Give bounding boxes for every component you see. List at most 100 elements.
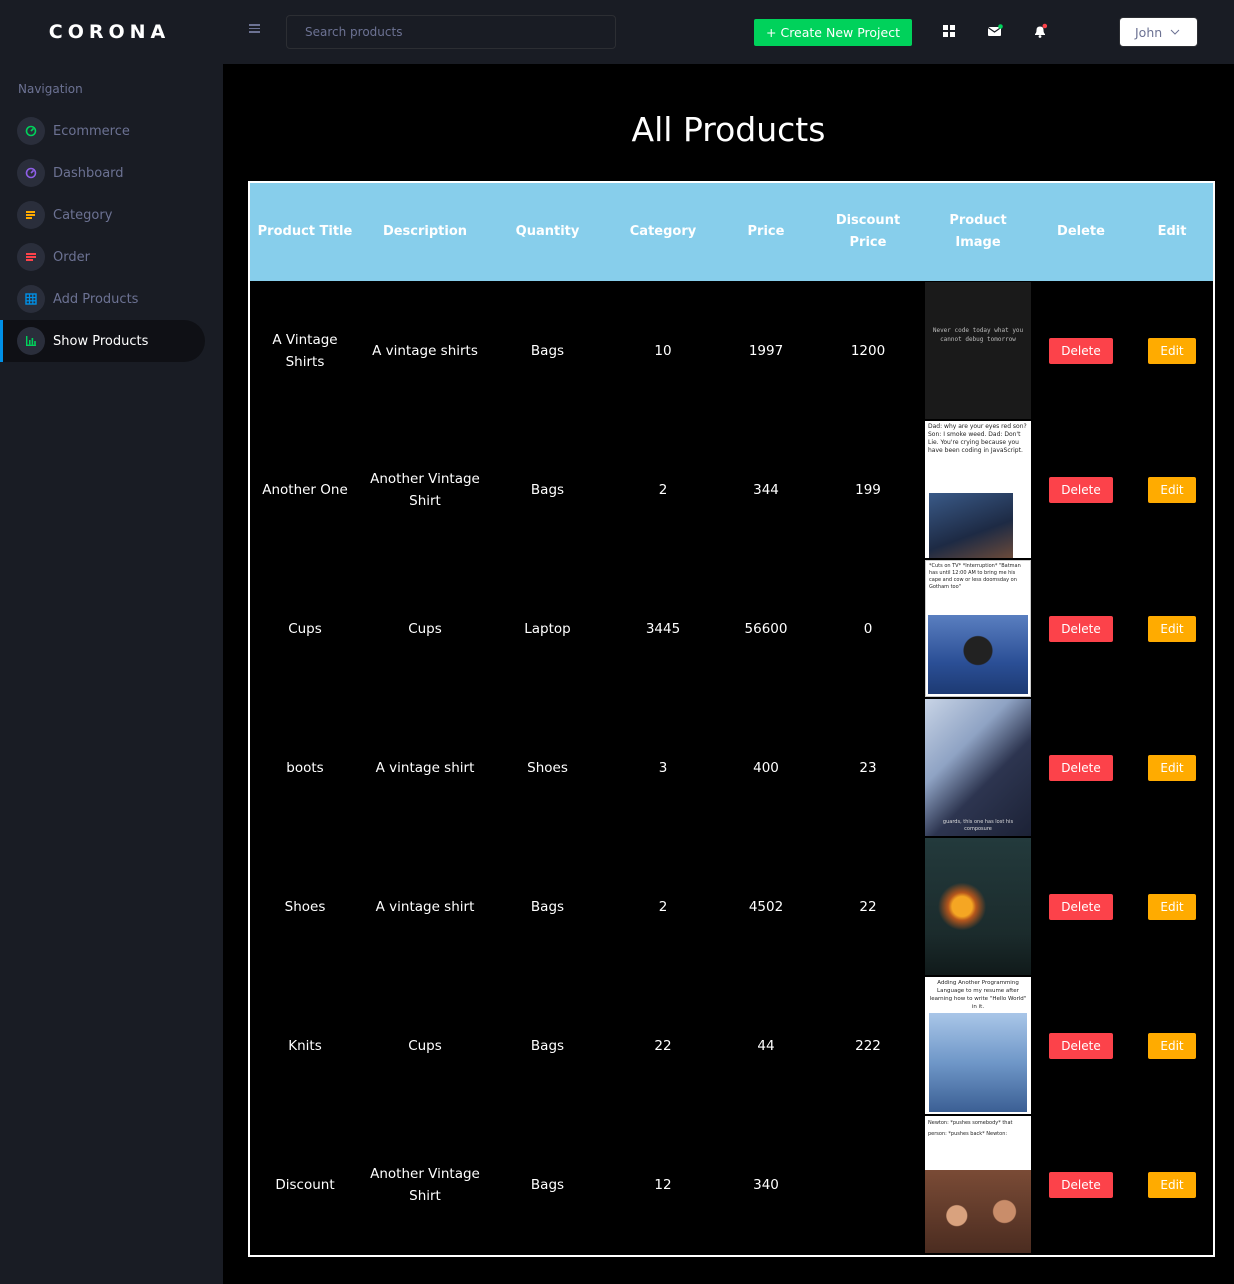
cell-category: 2 — [658, 898, 668, 915]
delete-button[interactable]: Delete — [1049, 615, 1113, 642]
nav-section-title: Navigation — [18, 82, 83, 96]
cell-category: 3445 — [645, 620, 681, 637]
table-icon — [17, 285, 45, 313]
table-row: Discount Another Vintage Shirt Bags 12 3… — [250, 1115, 1213, 1254]
bar-chart-icon — [17, 327, 45, 355]
search-input[interactable] — [286, 15, 616, 49]
sidebar-item-label: Category — [53, 207, 113, 223]
products-table-container: Product Title Description Quantity Categ… — [248, 181, 1215, 1257]
cell-quantity: Shoes — [527, 759, 568, 776]
bell-icon[interactable] — [1031, 22, 1049, 40]
cell-edit: Edit — [1131, 420, 1213, 559]
edit-button[interactable]: Edit — [1148, 1032, 1196, 1059]
cell-edit: Edit — [1131, 698, 1213, 837]
cell-image: Adding Another Programming Language to m… — [925, 976, 1031, 1115]
products-table: Product Title Description Quantity Categ… — [250, 183, 1213, 1254]
delete-button[interactable]: Delete — [1049, 754, 1113, 781]
cell-description: Cups — [408, 1037, 442, 1054]
sidebar-item-label: Order — [53, 249, 90, 265]
sidebar-item-label: Dashboard — [53, 165, 124, 181]
image-caption: Newton: *pushes somebody* that person: *… — [925, 1116, 1031, 1170]
product-image — [925, 838, 1031, 975]
edit-button[interactable]: Edit — [1148, 476, 1196, 503]
speedometer-icon — [17, 159, 45, 187]
cell-delete: Delete — [1031, 1115, 1131, 1254]
cell-delete: Delete — [1031, 837, 1131, 976]
column-header: Category — [629, 224, 697, 239]
edit-button[interactable]: Edit — [1148, 337, 1196, 364]
delete-button[interactable]: Delete — [1049, 1032, 1113, 1059]
cell-quantity: Laptop — [524, 620, 571, 637]
cell-title: A Vintage Shirts — [272, 331, 338, 370]
create-new-project-button[interactable]: + Create New Project — [754, 19, 912, 46]
cell-price: 1997 — [748, 342, 784, 359]
cell-quantity: Bags — [530, 898, 565, 915]
user-name: John — [1135, 24, 1163, 40]
list-icon — [17, 243, 45, 271]
cell-category: 10 — [654, 342, 672, 359]
page-title: All Products — [631, 110, 826, 149]
cell-description: Another Vintage Shirt — [370, 470, 480, 509]
edit-button[interactable]: Edit — [1148, 615, 1196, 642]
product-image: guards, this one has lost his composure — [925, 699, 1031, 836]
column-header: Discount Price — [835, 213, 901, 250]
table-row: Cups Cups Laptop 3445 56600 0 *Cuts on T… — [250, 559, 1213, 698]
cell-price: 56600 — [744, 620, 788, 637]
table-row: boots A vintage shirt Shoes 3 400 23 gua… — [250, 698, 1213, 837]
sidebar-item-add-products[interactable]: Add Products — [0, 278, 205, 320]
cell-discount: 199 — [855, 481, 881, 498]
menu-toggle-icon[interactable] — [249, 24, 260, 35]
cell-delete: Delete — [1031, 281, 1131, 420]
mail-icon[interactable] — [986, 22, 1004, 40]
sidebar-item-show-products[interactable]: Show Products — [0, 320, 205, 362]
chevron-down-icon — [1170, 29, 1180, 35]
cell-image: guards, this one has lost his composure — [925, 698, 1031, 837]
cell-discount: 22 — [859, 898, 877, 915]
cell-discount — [811, 1115, 925, 1254]
brand-logo[interactable]: CORONA — [0, 0, 223, 64]
sidebar: CORONA Navigation Ecommerce Dashboard Ca… — [0, 0, 223, 1284]
sidebar-item-category[interactable]: Category — [0, 194, 205, 236]
cell-delete: Delete — [1031, 559, 1131, 698]
cell-category: 12 — [654, 1176, 672, 1193]
cell-discount: 0 — [863, 620, 873, 637]
cell-delete: Delete — [1031, 420, 1131, 559]
cell-image: Newton: *pushes somebody* that person: *… — [925, 1115, 1031, 1254]
sidebar-item-ecommerce[interactable]: Ecommerce — [0, 110, 205, 152]
sidebar-item-order[interactable]: Order — [0, 236, 205, 278]
cell-title: Cups — [288, 620, 322, 637]
column-header: Edit — [1157, 224, 1187, 239]
delete-button[interactable]: Delete — [1049, 337, 1113, 364]
image-caption: *Cuts on TV* *Interruption* "Batman has … — [926, 561, 1030, 615]
cell-image: Dad: why are your eyes red son? Son: I s… — [925, 420, 1031, 559]
cell-category: 2 — [658, 481, 668, 498]
grid-icon[interactable] — [940, 22, 958, 40]
cell-price: 340 — [753, 1176, 779, 1193]
cell-title: Shoes — [284, 898, 326, 915]
cell-description: A vintage shirt — [375, 759, 475, 776]
edit-button[interactable]: Edit — [1148, 754, 1196, 781]
image-caption: Dad: why are your eyes red son? Son: I s… — [925, 421, 1031, 493]
cell-quantity: Bags — [530, 342, 565, 359]
cell-category: 3 — [658, 759, 668, 776]
edit-button[interactable]: Edit — [1148, 1171, 1196, 1198]
cell-edit: Edit — [1131, 1115, 1213, 1254]
delete-button[interactable]: Delete — [1049, 476, 1113, 503]
cell-price: 400 — [753, 759, 779, 776]
cell-delete: Delete — [1031, 976, 1131, 1115]
cell-description: Another Vintage Shirt — [370, 1165, 480, 1204]
sidebar-item-dashboard[interactable]: Dashboard — [0, 152, 205, 194]
image-caption: guards, this one has lost his composure — [942, 819, 1014, 832]
cell-quantity: Bags — [530, 1176, 565, 1193]
delete-button[interactable]: Delete — [1049, 893, 1113, 920]
edit-button[interactable]: Edit — [1148, 893, 1196, 920]
column-header: Delete — [1057, 224, 1105, 239]
speedometer-icon — [17, 117, 45, 145]
user-dropdown[interactable]: John — [1119, 17, 1198, 47]
table-row: Another One Another Vintage Shirt Bags 2… — [250, 420, 1213, 559]
product-image: Dad: why are your eyes red son? Son: I s… — [925, 421, 1031, 558]
brand-text: CORONA — [48, 21, 171, 43]
delete-button[interactable]: Delete — [1049, 1171, 1113, 1198]
cell-image — [925, 837, 1031, 976]
cell-edit: Edit — [1131, 281, 1213, 420]
